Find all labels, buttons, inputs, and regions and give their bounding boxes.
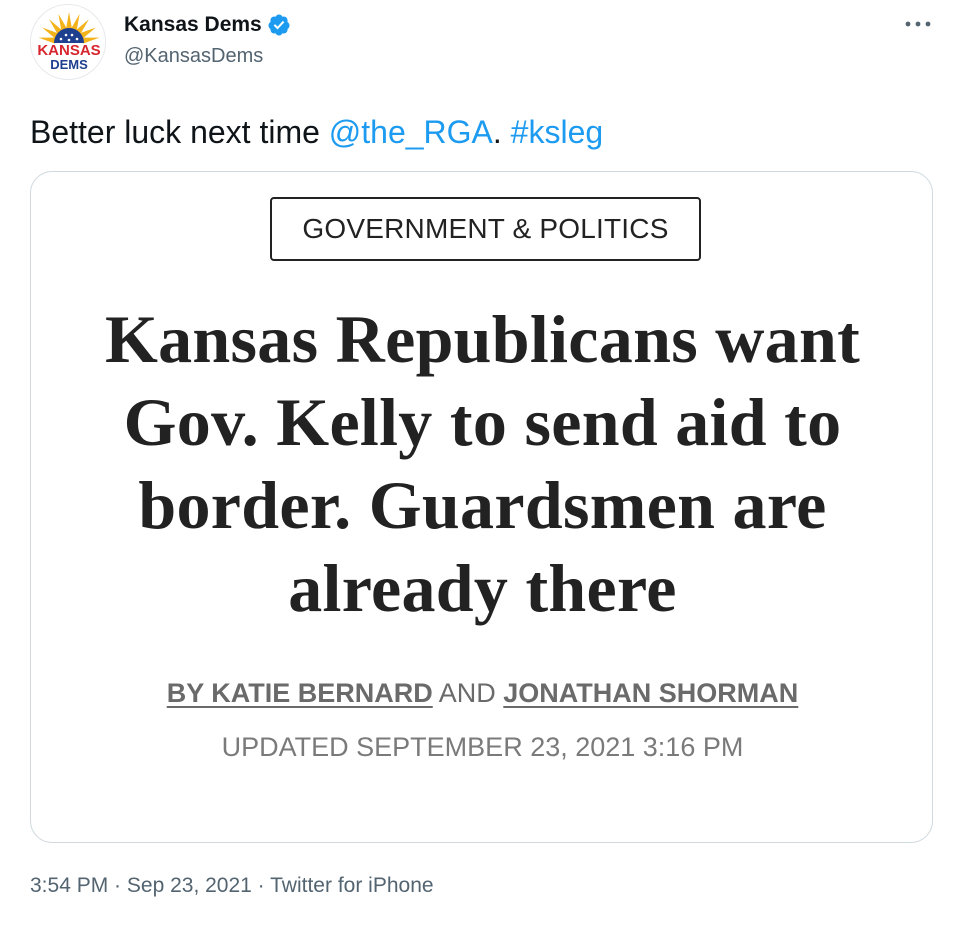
headline-line: border. Guardsmen are xyxy=(138,467,827,543)
tweet-text-middle: . xyxy=(492,114,511,150)
avatar-text-line2: DEMS xyxy=(50,57,88,72)
byline-conjunction: AND xyxy=(432,678,504,708)
headline-line: Kansas Republicans want xyxy=(104,301,861,377)
tweet-source-link[interactable]: Twitter for iPhone xyxy=(270,874,433,897)
kansas-dems-logo: KANSAS DEMS xyxy=(37,12,101,72)
tweet-time-link[interactable]: 3:54 PM xyxy=(30,874,108,897)
article-byline: BY KATIE BERNARD AND JONATHAN SHORMAN xyxy=(31,676,932,710)
meta-separator: · xyxy=(108,874,127,897)
user-handle[interactable]: @KansasDems xyxy=(124,44,263,68)
author-link-1: BY KATIE BERNARD xyxy=(166,678,433,708)
tweet-metadata: 3:54 PM · Sep 23, 2021 · Twitter for iPh… xyxy=(30,872,434,900)
meta-separator: · xyxy=(251,874,271,897)
link-preview-card[interactable]: GOVERNMENT & POLITICS Kansas Republicans… xyxy=(30,171,933,843)
display-name[interactable]: Kansas Dems xyxy=(124,12,262,38)
name-row: Kansas Dems xyxy=(124,12,291,38)
tweet-date-link[interactable]: Sep 23, 2021 xyxy=(127,874,252,897)
tweet-text-prefix: Better luck next time xyxy=(30,114,329,150)
more-options-button[interactable] xyxy=(900,12,936,36)
article-category: GOVERNMENT & POLITICS xyxy=(270,197,701,261)
hashtag-link[interactable]: #ksleg xyxy=(511,114,604,150)
more-horizontal-icon xyxy=(905,21,931,27)
article-headline: Kansas Republicans want Gov. Kelly to se… xyxy=(51,298,914,630)
verified-badge-icon xyxy=(267,13,291,37)
mention-link[interactable]: @the_RGA xyxy=(329,114,493,150)
avatar[interactable]: KANSAS DEMS xyxy=(30,4,106,80)
article-updated-date: UPDATED SEPTEMBER 23, 2021 3:16 PM xyxy=(221,732,744,762)
headline-line: already there xyxy=(288,550,677,626)
headline-line: Gov. Kelly to send aid to xyxy=(123,384,842,460)
author-link-2: JONATHAN SHORMAN xyxy=(503,678,799,708)
tweet-text: Better luck next time @the_RGA. #ksleg xyxy=(30,112,603,152)
tweet: KANSAS DEMS Kansas Dems @KansasDems Bett… xyxy=(0,0,960,928)
